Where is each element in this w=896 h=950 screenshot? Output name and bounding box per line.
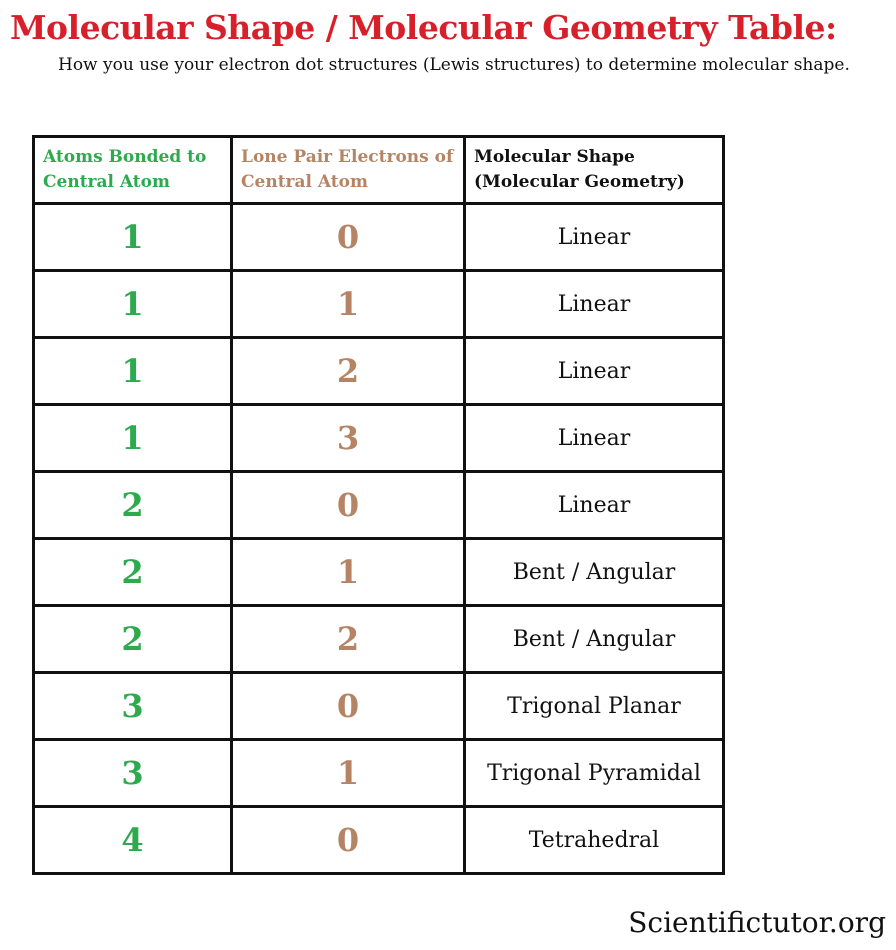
atoms-bonded-cell: 2 — [32, 604, 233, 674]
lone-pairs-cell: 1 — [230, 537, 466, 607]
atoms-bonded-cell: 3 — [32, 671, 233, 741]
molecular-shape-cell: Linear — [463, 403, 725, 473]
lone-pairs-cell: 0 — [230, 470, 466, 540]
table-row: 2 0 Linear — [32, 470, 725, 540]
atoms-bonded-cell: 1 — [32, 336, 233, 406]
molecular-shape-cell: Linear — [463, 202, 725, 272]
site-credit: Scientifictutor.org — [628, 906, 886, 939]
lone-pairs-cell: 2 — [230, 604, 466, 674]
atoms-bonded-cell: 1 — [32, 202, 233, 272]
header-molecular-shape: Molecular Shape (Molecular Geometry) — [463, 135, 725, 205]
molecular-shape-cell: Linear — [463, 269, 725, 339]
table-row: 1 2 Linear — [32, 336, 725, 406]
table-row: 1 3 Linear — [32, 403, 725, 473]
table-header-row: Atoms Bonded to Central Atom Lone Pair E… — [32, 135, 725, 205]
lone-pairs-cell: 0 — [230, 805, 466, 875]
atoms-bonded-cell: 1 — [32, 403, 233, 473]
geometry-table: Atoms Bonded to Central Atom Lone Pair E… — [32, 135, 725, 875]
molecular-shape-cell: Linear — [463, 336, 725, 406]
table-row: 3 1 Trigonal Pyramidal — [32, 738, 725, 808]
molecular-shape-cell: Trigonal Planar — [463, 671, 725, 741]
molecular-shape-cell: Trigonal Pyramidal — [463, 738, 725, 808]
header-atoms-bonded: Atoms Bonded to Central Atom — [32, 135, 233, 205]
atoms-bonded-cell: 2 — [32, 537, 233, 607]
table-row: 1 1 Linear — [32, 269, 725, 339]
atoms-bonded-cell: 3 — [32, 738, 233, 808]
table-row: 3 0 Trigonal Planar — [32, 671, 725, 741]
atoms-bonded-cell: 4 — [32, 805, 233, 875]
lone-pairs-cell: 2 — [230, 336, 466, 406]
molecular-shape-cell: Linear — [463, 470, 725, 540]
atoms-bonded-cell: 2 — [32, 470, 233, 540]
lone-pairs-cell: 0 — [230, 671, 466, 741]
atoms-bonded-cell: 1 — [32, 269, 233, 339]
lone-pairs-cell: 0 — [230, 202, 466, 272]
table-row: 2 1 Bent / Angular — [32, 537, 725, 607]
table-row: 2 2 Bent / Angular — [32, 604, 725, 674]
lone-pairs-cell: 1 — [230, 738, 466, 808]
molecular-shape-cell: Bent / Angular — [463, 537, 725, 607]
lone-pairs-cell: 3 — [230, 403, 466, 473]
page-title: Molecular Shape / Molecular Geometry Tab… — [10, 8, 837, 47]
molecular-shape-cell: Bent / Angular — [463, 604, 725, 674]
page-subtitle: How you use your electron dot structures… — [58, 55, 850, 75]
table-row: 4 0 Tetrahedral — [32, 805, 725, 875]
molecular-shape-cell: Tetrahedral — [463, 805, 725, 875]
table-row: 1 0 Linear — [32, 202, 725, 272]
header-lone-pairs: Lone Pair Electrons of Central Atom — [230, 135, 466, 205]
lone-pairs-cell: 1 — [230, 269, 466, 339]
